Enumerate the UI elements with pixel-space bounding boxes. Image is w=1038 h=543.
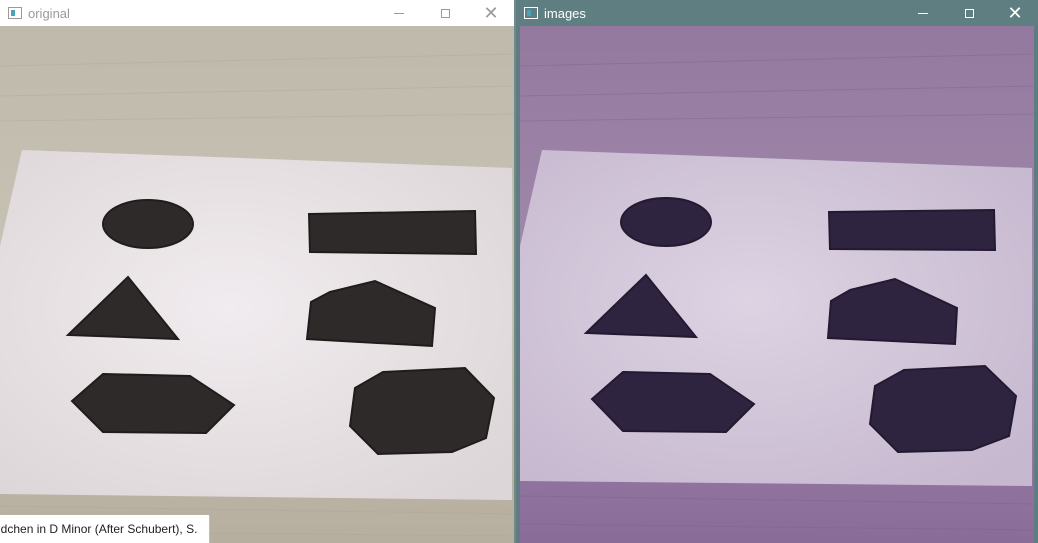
window-controls: ✕ <box>376 0 514 26</box>
maximize-button[interactable] <box>422 0 468 26</box>
minimize-icon <box>918 12 928 14</box>
octagon-shape <box>348 366 496 456</box>
media-caption: ndchen in D Minor (After Schubert), S. <box>0 515 210 543</box>
original-window[interactable]: original ✕ ndchen in D Minor (After Schu… <box>0 0 514 543</box>
window-title: images <box>544 5 586 21</box>
rectangle-shape <box>827 208 997 252</box>
octagon-shape <box>868 364 1018 454</box>
rectangle-shape <box>307 209 478 256</box>
close-button[interactable]: ✕ <box>468 0 514 26</box>
images-titlebar[interactable]: images ✕ <box>516 0 1038 26</box>
maximize-button[interactable] <box>946 0 992 26</box>
minimize-button[interactable] <box>376 0 422 26</box>
minimize-icon <box>394 12 404 14</box>
ellipse-shape <box>102 199 194 249</box>
app-window-icon <box>8 7 22 19</box>
original-titlebar[interactable]: original ✕ <box>0 0 514 26</box>
close-button[interactable]: ✕ <box>992 0 1038 26</box>
maximize-icon <box>964 8 974 18</box>
ellipse-shape <box>620 197 712 247</box>
processed-photo <box>520 26 1034 543</box>
images-window[interactable]: images ✕ <box>516 0 1038 543</box>
close-icon: ✕ <box>1007 3 1023 23</box>
window-controls: ✕ <box>900 0 1038 26</box>
app-window-icon <box>524 7 538 19</box>
window-title: original <box>28 5 70 21</box>
original-photo <box>0 26 514 543</box>
original-image-canvas <box>0 26 514 543</box>
close-icon: ✕ <box>483 3 499 23</box>
minimize-button[interactable] <box>900 0 946 26</box>
images-image-canvas <box>520 26 1034 543</box>
maximize-icon <box>440 8 450 18</box>
